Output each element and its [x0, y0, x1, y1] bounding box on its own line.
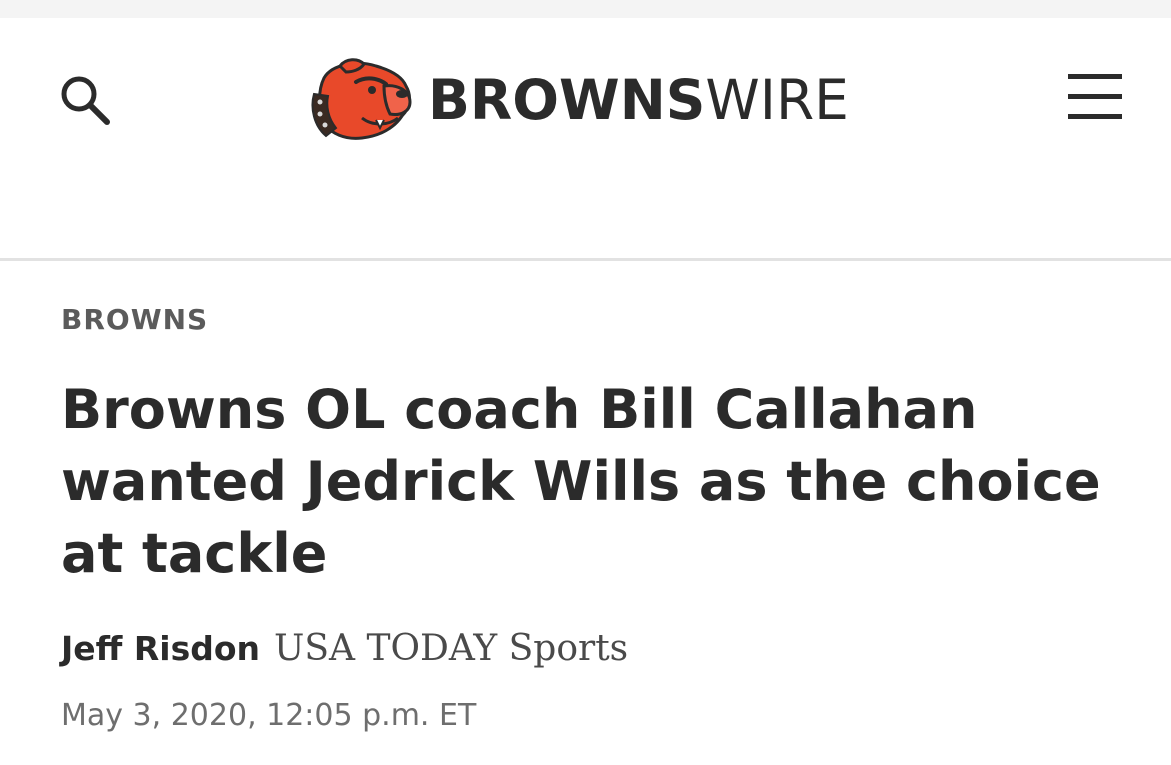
- article-headline: Browns OL coach Bill Callahan wanted Jed…: [61, 378, 1101, 585]
- logo-text-bold: BROWNS: [428, 68, 706, 132]
- byline: Jeff Risdon USA TODAY Sports: [61, 628, 628, 669]
- search-button[interactable]: [56, 72, 112, 128]
- author-link[interactable]: Jeff Risdon: [61, 629, 260, 668]
- bulldog-mascot-icon: [311, 58, 412, 140]
- header-divider: [0, 258, 1171, 261]
- status-strip: [0, 0, 1171, 18]
- publish-date: May 3, 2020, 12:05 p.m. ET: [61, 698, 477, 733]
- source-label: USA TODAY Sports: [274, 628, 629, 669]
- search-icon: [61, 76, 110, 125]
- logo-text-light: WIRE: [705, 68, 849, 132]
- menu-bar: [1068, 74, 1122, 79]
- menu-bar: [1068, 94, 1122, 99]
- site-logo[interactable]: BROWNSWIRE: [306, 56, 886, 146]
- category-link[interactable]: BROWNS: [61, 303, 208, 336]
- menu-bar: [1068, 114, 1122, 119]
- menu-button[interactable]: [1062, 70, 1128, 126]
- logo-wordmark: BROWNSWIRE: [428, 68, 849, 132]
